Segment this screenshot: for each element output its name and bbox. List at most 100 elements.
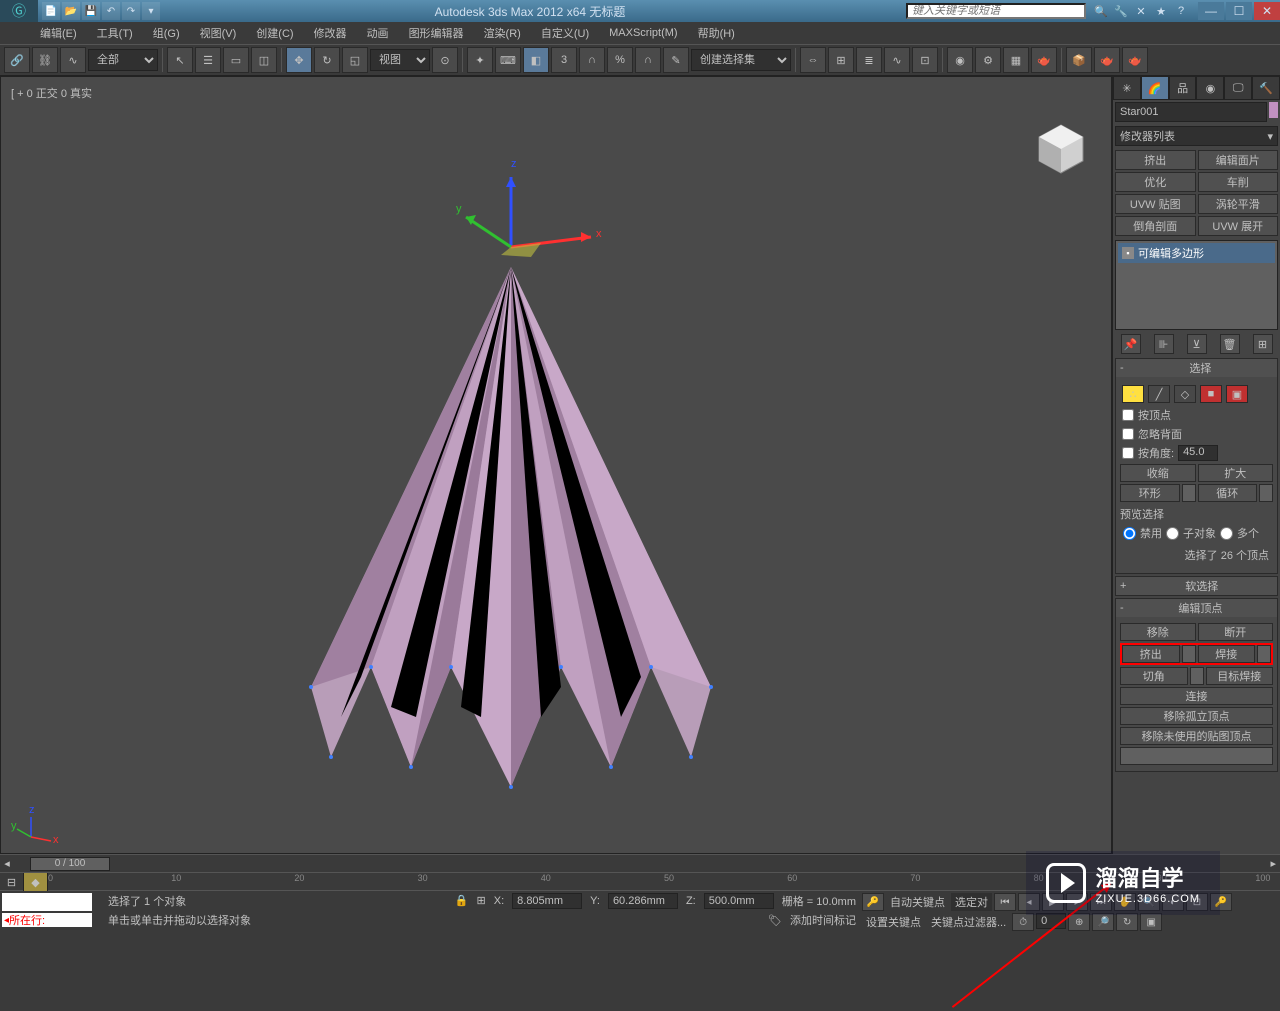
favorites-icon[interactable]: ★: [1152, 2, 1170, 20]
edge-so-icon[interactable]: ╱: [1148, 385, 1170, 403]
soft-selection-header[interactable]: +软选择: [1116, 577, 1277, 595]
render-setup-icon[interactable]: ⚙: [975, 47, 1001, 73]
y-coord-field[interactable]: 60.286mm: [608, 893, 678, 909]
uvwmap-button[interactable]: UVW 贴图: [1115, 194, 1196, 214]
nav-max2-icon[interactable]: ▣: [1140, 913, 1162, 931]
viewport[interactable]: [ + 0 正交 0 真实: [0, 76, 1112, 854]
angle-spinner[interactable]: 45.0: [1178, 445, 1218, 461]
loop-spinner[interactable]: [1259, 484, 1273, 502]
exchange-icon[interactable]: ✕: [1132, 2, 1150, 20]
grow-button[interactable]: 扩大: [1198, 464, 1274, 482]
pin-stack-icon[interactable]: 📌: [1121, 334, 1141, 354]
selection-rollout-header[interactable]: -选择: [1116, 359, 1277, 377]
spinner-snap-icon[interactable]: %: [607, 47, 633, 73]
remove-iso-button[interactable]: 移除孤立顶点: [1120, 707, 1273, 725]
lock-icon[interactable]: 🔒: [455, 894, 469, 907]
qat-dropdown-icon[interactable]: ▾: [142, 2, 160, 20]
menu-customize[interactable]: 自定义(U): [541, 25, 589, 41]
menu-tools[interactable]: 工具(T): [97, 25, 133, 41]
menu-animation[interactable]: 动画: [367, 25, 389, 41]
minicurve-icon[interactable]: ⊟: [0, 873, 24, 891]
nav-zoom2-icon[interactable]: 🔎: [1092, 913, 1114, 931]
undo-icon[interactable]: ↶: [102, 2, 120, 20]
snap-toggle-icon[interactable]: ◧: [523, 47, 549, 73]
pivot-center-icon[interactable]: ⊙: [432, 47, 458, 73]
disable-radio[interactable]: [1123, 527, 1136, 540]
extrude-settings[interactable]: [1182, 645, 1196, 663]
container-icon[interactable]: 📦: [1066, 47, 1092, 73]
connect-button[interactable]: 连接: [1120, 687, 1273, 705]
scale-icon[interactable]: ◱: [342, 47, 368, 73]
select-name-icon[interactable]: ☰: [195, 47, 221, 73]
menu-group[interactable]: 组(G): [153, 25, 180, 41]
unique-icon[interactable]: ⊻: [1187, 334, 1207, 354]
mirror-icon[interactable]: ⇔: [800, 47, 826, 73]
chamfer-button[interactable]: 倒角剖面: [1115, 216, 1196, 236]
minimize-button[interactable]: —: [1198, 2, 1224, 20]
add-marker-label[interactable]: 添加时间标记: [790, 912, 856, 928]
display-tab-icon[interactable]: 🖵: [1224, 76, 1252, 100]
help-search-input[interactable]: [906, 3, 1086, 19]
utilities-tab-icon[interactable]: 🔨: [1252, 76, 1280, 100]
search-icon[interactable]: 🔍: [1092, 2, 1110, 20]
create-tab-icon[interactable]: ✳: [1113, 76, 1141, 100]
schematic-icon[interactable]: ⊡: [912, 47, 938, 73]
align-icon[interactable]: ⊞: [828, 47, 854, 73]
menu-views[interactable]: 视图(V): [200, 25, 237, 41]
ring-button[interactable]: 环形: [1120, 484, 1180, 502]
by-angle-checkbox[interactable]: [1122, 447, 1134, 459]
new-icon[interactable]: 📄: [42, 2, 60, 20]
selection-filter-dropdown[interactable]: 全部: [88, 49, 158, 71]
target-weld-button[interactable]: 目标焊接: [1206, 667, 1274, 685]
layers-icon[interactable]: ≣: [856, 47, 882, 73]
setkey-button[interactable]: 设置关键点: [862, 913, 925, 931]
x-coord-field[interactable]: 8.805mm: [512, 893, 582, 909]
select-icon[interactable]: ↖: [167, 47, 193, 73]
rotate-icon[interactable]: ↻: [314, 47, 340, 73]
z-coord-field[interactable]: 500.0mm: [704, 893, 774, 909]
unwrap-button[interactable]: UVW 展开: [1198, 216, 1279, 236]
tag-icon[interactable]: 🏷: [768, 914, 782, 927]
teapot2-icon[interactable]: 🫖: [1122, 47, 1148, 73]
object-name-field[interactable]: [1115, 102, 1267, 122]
link-icon[interactable]: 🔗: [4, 47, 30, 73]
render-icon[interactable]: 🫖: [1031, 47, 1057, 73]
element-so-icon[interactable]: ▣: [1226, 385, 1248, 403]
optimize-button[interactable]: 优化: [1115, 172, 1196, 192]
teapot-icon[interactable]: 🫖: [1094, 47, 1120, 73]
percent-snap-icon[interactable]: ∩: [579, 47, 605, 73]
menu-modifiers[interactable]: 修改器: [314, 25, 347, 41]
redo-icon[interactable]: ↷: [122, 2, 140, 20]
unlink-icon[interactable]: ⛓: [32, 47, 58, 73]
rect-region-icon[interactable]: ▭: [223, 47, 249, 73]
subobj-radio[interactable]: [1166, 527, 1179, 540]
edit-named-sel-icon[interactable]: ✎: [663, 47, 689, 73]
ring-spinner[interactable]: [1182, 484, 1196, 502]
chamfer-settings[interactable]: [1190, 667, 1204, 685]
menu-render[interactable]: 渲染(R): [484, 25, 521, 41]
nav-roll-icon[interactable]: ↻: [1116, 913, 1138, 931]
selected-dropdown[interactable]: 选定对: [951, 893, 992, 911]
menu-maxscript[interactable]: MAXScript(M): [609, 27, 677, 39]
weight-spinner[interactable]: [1120, 747, 1273, 765]
break-button[interactable]: 断开: [1198, 623, 1274, 641]
coord-system-dropdown[interactable]: 视图: [370, 49, 430, 71]
turbosmooth-button[interactable]: 涡轮平滑: [1198, 194, 1279, 214]
remove-mod-icon[interactable]: 🗑: [1220, 334, 1240, 354]
polygon-so-icon[interactable]: ■: [1200, 385, 1222, 403]
viewport-label[interactable]: [ + 0 正交 0 真实: [11, 85, 92, 101]
shrink-button[interactable]: 收缩: [1120, 464, 1196, 482]
remove-button[interactable]: 移除: [1120, 623, 1196, 641]
border-so-icon[interactable]: ◇: [1174, 385, 1196, 403]
show-end-icon[interactable]: ⊪: [1154, 334, 1174, 354]
move-icon[interactable]: ✥: [286, 47, 312, 73]
modify-tab-icon[interactable]: 🌈: [1141, 76, 1169, 100]
viewcube[interactable]: [1031, 117, 1091, 177]
modifier-list-dropdown[interactable]: 修改器列表▾: [1115, 126, 1278, 146]
stack-item[interactable]: ▪可编辑多边形: [1118, 243, 1275, 263]
chamfer-vert-button[interactable]: 切角: [1120, 667, 1188, 685]
vertex-so-icon[interactable]: ∴: [1122, 385, 1144, 403]
save-icon[interactable]: 💾: [82, 2, 100, 20]
menu-graph[interactable]: 图形编辑器: [409, 25, 464, 41]
menu-create[interactable]: 创建(C): [256, 25, 293, 41]
